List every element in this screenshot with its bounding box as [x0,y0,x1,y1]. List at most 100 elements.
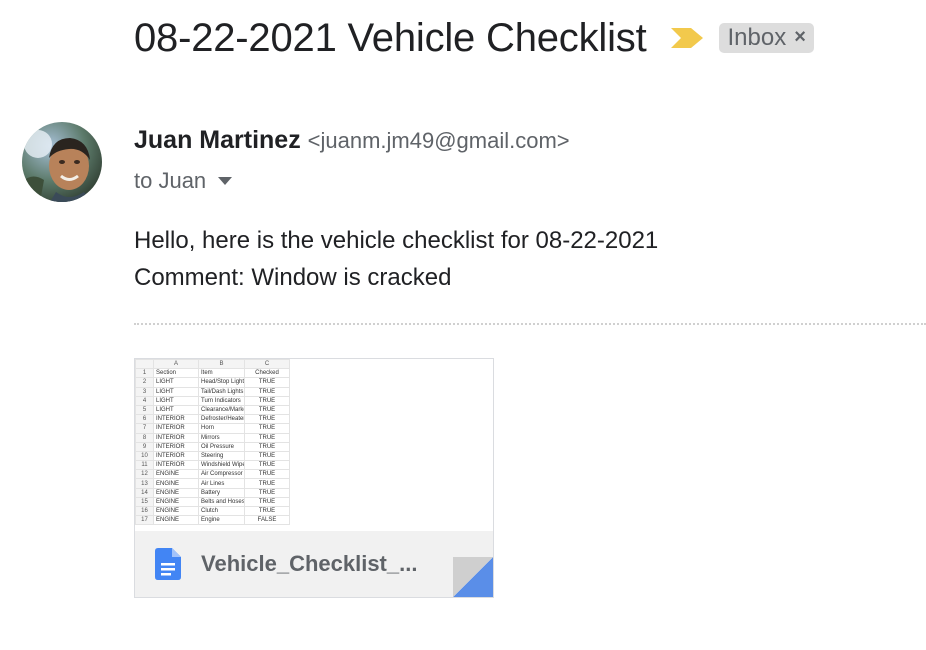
sheet-cell: Tail/Dash Lights [198,386,245,397]
sheet-row-number: 2 [135,377,154,388]
sheet-cell: Item [198,368,245,379]
sender-name[interactable]: Juan Martinez [134,126,301,154]
sheet-cell: Head/Stop Lights [198,377,245,388]
sheet-row: 16 ENGINE Clutch TRUE [135,505,290,517]
sheet-column-header: A [153,359,199,370]
sheet-row: 12 ENGINE Air Compressor TRUE [135,469,290,480]
sheet-cell: Air Lines [198,478,245,489]
sheet-cell: TRUE [244,441,290,452]
sheet-cell: Turn Indicators [198,395,245,406]
sheet-row: 7 INTERIOR Horn TRUE [135,423,290,434]
sheet-cell: INTERIOR [153,441,199,452]
attachment-footer: Vehicle_Checklist_... [135,531,493,597]
subject-row: 08-22-2021 Vehicle Checklist Inbox × [134,12,814,64]
sheet-row-number: 9 [135,441,154,452]
attachments-divider [134,323,926,325]
sheet-row-number: 1 [135,368,154,379]
sheet-row-number: 5 [135,404,154,416]
sheet-column-header: B [198,359,245,370]
email-subject: 08-22-2021 Vehicle Checklist [134,15,647,60]
sheet-cell: INTERIOR [153,450,199,462]
sheet-row: 5 LIGHT Clearance/Marke TRUE [135,404,290,416]
sheet-corner-cell [135,359,154,370]
page-fold-corner-icon [413,557,493,597]
sheet-cell: Clutch [198,505,245,517]
sheet-column-header-row: ABC [135,359,290,370]
sheet-row-number: 8 [135,432,154,443]
attachment-name: Vehicle_Checklist_... [201,551,418,576]
sheet-cell: LIGHT [153,377,199,388]
sheet-cell: TRUE [244,395,290,406]
sheet-row: 2 LIGHT Head/Stop Lights TRUE [135,377,290,388]
sheet-row-number: 16 [135,505,154,517]
sheet-cell: TRUE [244,450,290,462]
sheet-cell: TRUE [244,496,290,508]
sheet-cell: Defroster/Heater [198,414,245,425]
sheet-row-number: 3 [135,386,154,397]
sheet-cell: LIGHT [153,404,199,416]
sheet-cell: TRUE [244,414,290,425]
sheet-row: 14 ENGINE Battery TRUE [135,487,290,498]
sheet-row-number: 12 [135,469,154,480]
sheet-cell: LIGHT [153,386,199,397]
sender-line: Juan Martinez <juanm.jm49@gmail.com> [134,126,570,155]
sheet-cell: TRUE [244,404,290,416]
sheet-row-number: 10 [135,450,154,462]
sheet-cell: Windshield Wipe [198,460,245,471]
sheet-row: 1 Section Item Checked [135,368,290,379]
sender-avatar[interactable] [22,122,102,202]
sheet-cell: Air Compressor [198,469,245,480]
sheet-row: 11 INTERIOR Windshield Wipe TRUE [135,460,290,471]
sheet-column-header: C [244,359,290,370]
sheet-cell: Section [153,368,199,379]
sheet-cell: ENGINE [153,469,199,480]
sheet-cell: Battery [198,487,245,498]
sheet-row-number: 7 [135,423,154,434]
sheet-cell: TRUE [244,469,290,480]
sheet-cell: ENGINE [153,515,199,526]
sheet-cell: Steering [198,450,245,462]
sheet-cell: ENGINE [153,505,199,517]
attachment-preview: A B C 1 Section Item Checked 2 LIGHT Head/Stop Li… [135,359,493,531]
sheet-row-number: 15 [135,496,154,508]
sheet-cell: TRUE [244,432,290,443]
show-details-caret-icon[interactable] [218,177,233,185]
sheet-cell: TRUE [244,460,290,471]
sheet-cell: Clearance/Marke [198,404,245,416]
body-line: Comment: Window is cracked [134,264,452,291]
sheet-cell: TRUE [244,377,290,388]
sheet-row: 10 INTERIOR Steering TRUE [135,450,290,462]
sheet-cell: TRUE [244,487,290,498]
sheet-cell: TRUE [244,478,290,489]
sheet-row-number: 17 [135,515,154,526]
inbox-label-chip: Inbox × [718,23,814,53]
sheet-cell: Engine [198,515,245,526]
sheet-row: 4 LIGHT Turn Indicators TRUE [135,395,290,406]
label-text: Inbox [727,23,787,51]
sheet-cell: Oil Pressure [198,441,245,452]
sheet-cell: Checked [244,368,290,379]
sheet-cell: LIGHT [153,395,199,406]
sheet-cell: ENGINE [153,496,199,508]
sheet-cell: TRUE [244,505,290,517]
email-body: Hello, here is the vehicle checklist for… [134,222,658,296]
sheet-row: 3 LIGHT Tail/Dash Lights TRUE [135,386,290,397]
sheet-cell: Belts and Hoses [198,496,245,508]
sheet-row: 8 INTERIOR Mirrors TRUE [135,432,290,443]
sheet-row-number: 6 [135,414,154,425]
sheet-row-number: 13 [135,478,154,489]
sheet-row-number: 14 [135,487,154,498]
sheet-cell: Horn [198,423,245,434]
sheet-row-number: 4 [135,395,154,406]
google-docs-icon [155,548,181,580]
sheet-cell: TRUE [244,423,290,434]
sheet-cell: INTERIOR [153,423,199,434]
attachment-card[interactable]: A B C 1 Section Item Checked 2 LIGHT Head/Stop Li… [134,358,494,598]
sheet-cell: INTERIOR [153,432,199,443]
spreadsheet-preview: A B C 1 Section Item Checked 2 LIGHT Head/Stop Li… [135,359,290,526]
remove-label-button[interactable]: × [794,26,806,49]
sender-email: <juanm.jm49@gmail.com> [307,128,570,153]
importance-marker-icon[interactable] [669,26,705,50]
sheet-row: 9 INTERIOR Oil Pressure TRUE [135,441,290,452]
sheet-cell: INTERIOR [153,414,199,425]
